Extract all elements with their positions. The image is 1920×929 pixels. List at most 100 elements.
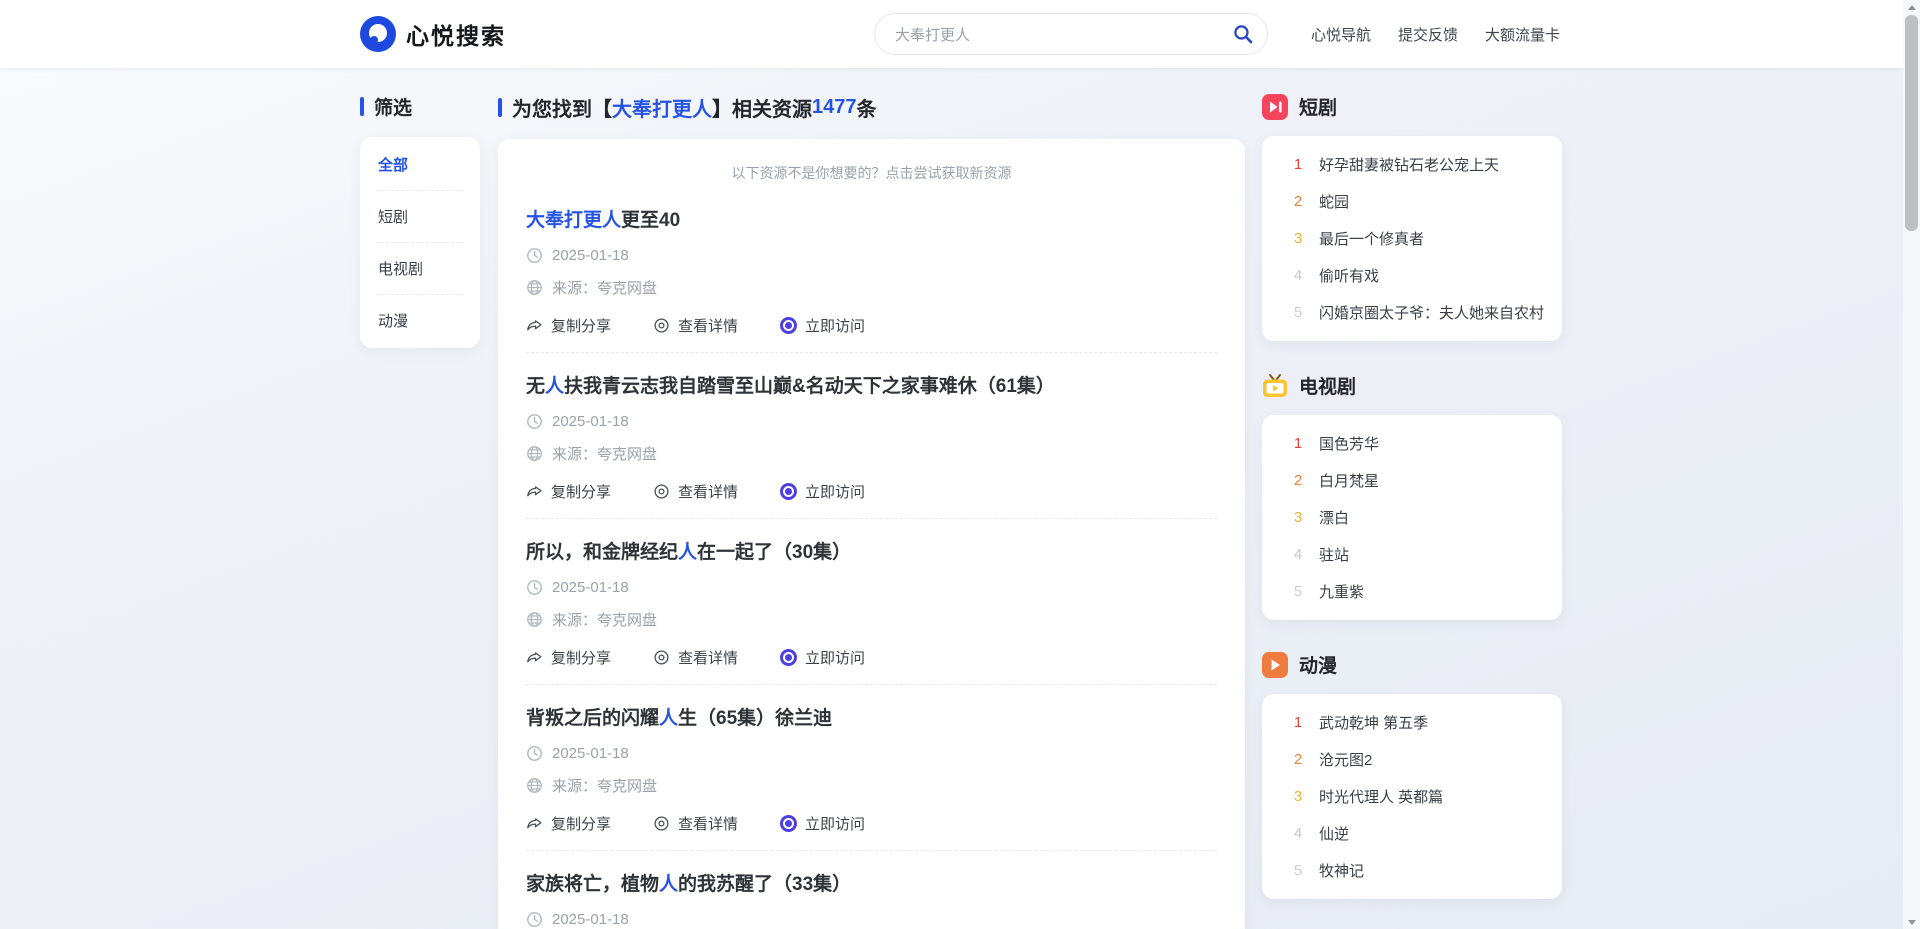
filter-item[interactable]: 动漫 <box>376 295 464 346</box>
result-source-row: 来源：夸克网盘 <box>526 277 1217 298</box>
eye-icon <box>653 317 670 334</box>
result-date-row: 2025-01-18 <box>526 911 1217 928</box>
brand-name: 心悦搜索 <box>406 17 506 51</box>
globe-icon <box>526 777 543 794</box>
result-source-row: 来源：夸克网盘 <box>526 609 1217 630</box>
share-icon <box>526 815 543 832</box>
ranking-item[interactable]: 4 仙逆 <box>1262 815 1562 852</box>
scrollbar-up-arrow-icon[interactable] <box>1903 0 1920 14</box>
result-item: 无人扶我青云志我自踏雪至山巅&名动天下之家事难休（61集） 2025-01-18… <box>526 353 1217 519</box>
ranking-number: 5 <box>1292 583 1304 600</box>
title-highlight: 人 <box>678 542 697 563</box>
ranking-number: 1 <box>1292 156 1304 173</box>
top-nav-link[interactable]: 心悦导航 <box>1311 24 1371 45</box>
results-head-keyword: 大奉打更人 <box>612 93 712 122</box>
copy-share-button[interactable]: 复制分享 <box>526 813 611 834</box>
visit-now-button[interactable]: 立即访问 <box>780 647 865 668</box>
ranking-number: 2 <box>1292 472 1304 489</box>
visit-donut-icon <box>780 649 797 666</box>
top-header: 心悦搜索 心悦导航 提交反馈 大额流量卡 <box>0 0 1920 68</box>
ranking-number: 4 <box>1292 825 1304 842</box>
scrollbar-thumb[interactable] <box>1905 15 1918 231</box>
view-detail-button[interactable]: 查看详情 <box>653 647 738 668</box>
filter-item[interactable]: 全部 <box>376 139 464 191</box>
ranking-item[interactable]: 5 九重紫 <box>1262 573 1562 610</box>
clock-icon <box>526 579 543 596</box>
scrollbar-down-arrow-icon[interactable] <box>1903 915 1920 929</box>
result-title[interactable]: 大奉打更人更至40 <box>526 205 1217 232</box>
ranking-item-title: 驻站 <box>1319 544 1349 565</box>
clock-icon <box>526 745 543 762</box>
ranking-item[interactable]: 3 时光代理人 英都篇 <box>1262 778 1562 815</box>
globe-icon <box>526 279 543 296</box>
result-item: 家族将亡，植物人的我苏醒了（33集） 2025-01-18 来源：夸克网盘 <box>526 851 1217 929</box>
result-item: 大奉打更人更至40 2025-01-18 来源：夸克网盘 <box>526 187 1217 353</box>
ranking-item[interactable]: 1 武动乾坤 第五季 <box>1262 704 1562 741</box>
view-detail-label: 查看详情 <box>678 315 738 336</box>
result-date: 2025-01-18 <box>552 413 629 430</box>
result-title[interactable]: 家族将亡，植物人的我苏醒了（33集） <box>526 869 1217 896</box>
result-date-row: 2025-01-18 <box>526 413 1217 430</box>
brand-logo[interactable]: 心悦搜索 <box>360 16 506 52</box>
top-nav-link[interactable]: 大额流量卡 <box>1485 24 1560 45</box>
result-actions: 复制分享 查看详情 立即访问 <box>526 647 1217 668</box>
view-detail-button[interactable]: 查看详情 <box>653 813 738 834</box>
copy-share-button[interactable]: 复制分享 <box>526 481 611 502</box>
results-main: 为您找到【大奉打更人】相关资源 1477 条 以下资源不是你想要的？点击尝试获取… <box>498 93 1245 929</box>
browser-scrollbar[interactable] <box>1903 0 1920 929</box>
result-item: 所以，和金牌经纪人在一起了（30集） 2025-01-18 来源：夸克网盘 <box>526 519 1217 685</box>
ranking-item[interactable]: 2 蛇园 <box>1262 183 1562 220</box>
view-detail-button[interactable]: 查看详情 <box>653 481 738 502</box>
ranking-item[interactable]: 2 沧元图2 <box>1262 741 1562 778</box>
ranking-item[interactable]: 4 偷听有戏 <box>1262 257 1562 294</box>
result-date-row: 2025-01-18 <box>526 247 1217 264</box>
ranking-item-title: 漂白 <box>1319 507 1349 528</box>
globe-icon <box>526 445 543 462</box>
ranking-item[interactable]: 3 最后一个修真者 <box>1262 220 1562 257</box>
visit-now-button[interactable]: 立即访问 <box>780 813 865 834</box>
filter-item[interactable]: 电视剧 <box>376 243 464 295</box>
result-title[interactable]: 背叛之后的闪耀人生（65集）徐兰迪 <box>526 703 1217 730</box>
ranking-item-title: 最后一个修真者 <box>1319 228 1424 249</box>
ranking-item[interactable]: 2 白月梵星 <box>1262 462 1562 499</box>
ranking-number: 5 <box>1292 304 1304 321</box>
results-count: 1477 <box>812 96 857 119</box>
result-title[interactable]: 无人扶我青云志我自踏雪至山巅&名动天下之家事难休（61集） <box>526 371 1217 398</box>
filter-item[interactable]: 短剧 <box>376 191 464 243</box>
visit-now-button[interactable]: 立即访问 <box>780 315 865 336</box>
title-text: 无 <box>526 376 545 397</box>
copy-share-button[interactable]: 复制分享 <box>526 315 611 336</box>
ranking-item[interactable]: 1 国色芳华 <box>1262 425 1562 462</box>
top-nav-link[interactable]: 提交反馈 <box>1398 24 1458 45</box>
visit-now-button[interactable]: 立即访问 <box>780 481 865 502</box>
result-actions: 复制分享 查看详情 立即访问 <box>526 315 1217 336</box>
ranking-section-anime: 动漫 1 武动乾坤 第五季 2 沧元图2 3 时光代理人 英都篇 4 仙逆 5 … <box>1262 651 1562 899</box>
share-icon <box>526 317 543 334</box>
results-head-suffix: 条 <box>857 93 877 122</box>
result-title[interactable]: 所以，和金牌经纪人在一起了（30集） <box>526 537 1217 564</box>
visit-now-label: 立即访问 <box>805 481 865 502</box>
search-input[interactable] <box>895 26 1225 43</box>
ranking-number: 4 <box>1292 546 1304 563</box>
ranking-item[interactable]: 5 闪婚京圈太子爷：夫人她来自农村 <box>1262 294 1562 331</box>
ranking-item[interactable]: 1 好孕甜妻被钻石老公宠上天 <box>1262 146 1562 183</box>
ranking-item[interactable]: 5 牧神记 <box>1262 852 1562 889</box>
video-play-icon <box>1262 94 1288 120</box>
visit-donut-icon <box>780 815 797 832</box>
accent-bar <box>498 98 502 117</box>
result-date: 2025-01-18 <box>552 745 629 762</box>
ranking-item[interactable]: 3 漂白 <box>1262 499 1562 536</box>
visit-donut-icon <box>780 483 797 500</box>
ranking-item[interactable]: 4 驻站 <box>1262 536 1562 573</box>
title-text: 在一起了（30集） <box>697 542 851 563</box>
ranking-number: 3 <box>1292 230 1304 247</box>
ranking-number: 3 <box>1292 509 1304 526</box>
view-detail-button[interactable]: 查看详情 <box>653 315 738 336</box>
refresh-notice[interactable]: 以下资源不是你想要的？点击尝试获取新资源 <box>526 155 1217 187</box>
ranking-list: 1 国色芳华 2 白月梵星 3 漂白 4 驻站 5 九重紫 <box>1262 415 1562 620</box>
search-button[interactable] <box>1225 16 1261 52</box>
title-text: 背叛之后的闪耀 <box>526 708 659 729</box>
copy-share-button[interactable]: 复制分享 <box>526 647 611 668</box>
search-bar[interactable] <box>874 13 1268 55</box>
visit-now-label: 立即访问 <box>805 813 865 834</box>
